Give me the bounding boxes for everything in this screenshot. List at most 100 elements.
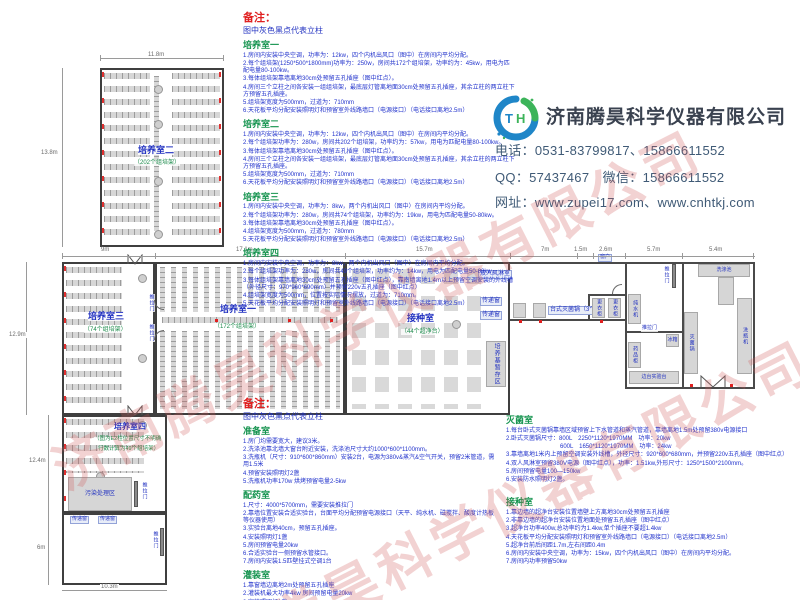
note-line: 6.安装防水照明灯2盏。: [506, 477, 794, 484]
wall-ticks: [219, 72, 221, 242]
note-line: 2.每个组培架功率为：280w，房间共74个组培架，功率约为：19kw，用电为匹…: [243, 213, 515, 220]
socket-dot: [330, 319, 333, 322]
notes-section-heading: 灭菌室: [506, 416, 794, 426]
svg-text:H: H: [516, 111, 525, 126]
sink-bench-return: [718, 277, 734, 305]
room-count-label: （172个组培架）: [214, 324, 260, 330]
dimension-line: [48, 415, 49, 513]
socket-dot: [519, 320, 522, 323]
note-line: 2.洗涤池靠北墙大窗台附近安装，洗涤池尺寸大约1000*600*1100mm。: [243, 447, 499, 454]
note-line: 2.每个组培架功率为：280w，房间共49个组培架，功率约为：14kw，用电为匹…: [243, 269, 515, 276]
notes-section-heading: 接种室: [506, 498, 794, 508]
socket-dot: [288, 319, 291, 322]
socket-dot: [539, 320, 542, 323]
notes-bottom-left: 备注： 图中灰色黑点代表立柱 准备室 1.房门均需要宽大，建议3米。2.洗涤池靠…: [243, 398, 499, 600]
double-door-icon: [700, 375, 726, 388]
bottle-washer-strip: 洗瓶机: [737, 298, 752, 374]
dim-tick: [155, 253, 156, 259]
note-line: 3.超净台功率400w,总功率约为1.4kw,单个插座不要超1.4kw: [506, 526, 794, 533]
note-line: 3.每体组培架靠墙离地30cm处预留五孔插座（图中红点）。: [243, 149, 515, 156]
note-line: 2.靠墙位置安装合适实验台，台面平均分配预留电源接口（天平、纯水机、磁搅拌、酸度…: [243, 511, 499, 525]
company-name: 济南腾昊科学仪器有限公司: [546, 102, 786, 129]
note-line: 5.房间预留电量100—150kw: [506, 469, 794, 476]
notes-section: 准备室 1.房门均需要宽大，建议3米。2.洗涤池靠北墙大窗台附近安装，洗涤池尺寸…: [243, 427, 499, 486]
note-line: 5.洗瓶机功率170w 烘烤预留电量2-5kw: [243, 479, 499, 486]
socket-dot: [690, 384, 693, 387]
wall: [625, 262, 627, 389]
dimension-label: 7m: [540, 247, 550, 253]
notes-section-heading: 培养室三: [243, 193, 515, 203]
notes-title: 备注：: [243, 12, 515, 25]
wall: [625, 387, 755, 389]
notes-section-lines: 1.房门均需要宽大，建议3米。2.洗涤池靠北墙大窗台附近安装，洗涤池尺寸大约10…: [243, 439, 499, 486]
notes-section: 培养室三 1.房间内安装中央空调，功率为：8kw，两个内机出风口（图中）在房间内…: [243, 193, 515, 245]
door-arc-icon: [612, 284, 622, 294]
dim-tick: [682, 253, 683, 259]
sliding-door-label: 推拉门: [641, 326, 658, 332]
note-line: 3.每体组培架靠墙离地30cm处预留五孔插座（图中红点），靠南墙离地1.4m以上…: [243, 278, 515, 292]
note-line: 2.每个组培架功率为：280w，房间共202个组培架，功率约为：57kw，用电为…: [243, 140, 515, 147]
room-label: 接种室: [407, 314, 434, 323]
room-note-line2: 行数计算为49个组培架）: [98, 447, 159, 453]
note-line: 1.尺寸：4000*5700mm，需要安装推拉门: [243, 503, 499, 510]
dim-tick: [625, 253, 626, 259]
dim-tick: [577, 253, 578, 259]
drawing-canvas: 培养室二 （202个组培架） 11.8m 13.8m 培养室三 （74个组培架）…: [0, 0, 800, 600]
notes-section-lines: 1.靠窗墙边离地2m处预留五孔插座2.灌装机最大功率4kw 房间预留电量20kw…: [243, 583, 499, 600]
rack-rows-right: [172, 73, 220, 241]
socket-dot: [730, 384, 733, 387]
note-line: 4.房间三个立柱之间各安装一组组培架，最底层灯管离地面30cm处预留五孔插座，其…: [243, 157, 515, 171]
dim-tick: [593, 253, 594, 259]
notes-section: 灌装室 1.靠窗墙边离地2m处预留五孔插座2.灌装机最大功率4kw 房间预留电量…: [243, 571, 499, 600]
company-website-line: 网址：www.zupei17.com、www.cnhtkj.com: [495, 192, 755, 211]
side-bench-box: 边台实验台: [629, 371, 679, 384]
notes-top: 备注： 图中灰色黑点代表立柱 培养室一 1.房间内安装中央空调，功率为：12kw…: [243, 12, 515, 309]
wall-ticks: [64, 266, 66, 411]
water-machine-box: 纯水机: [628, 294, 641, 324]
notes-title: 备注：: [243, 398, 499, 411]
dimension-label: 12.9m: [8, 332, 27, 338]
note-line: 1.每台卧式灭菌锅靠墙区域预留上下水管道和蒸汽管道，靠墙离地1.5m处预留380…: [506, 428, 794, 435]
note-line: 600L 1650*1120*1970MM 功率：24kw: [506, 444, 794, 451]
note-line: 1.靠窗墙边离地2m处预留五孔插座: [243, 583, 499, 590]
dimension-line: [62, 68, 63, 247]
note-line: 2.非靠边墙的超净台安装位置地面处预留五孔插座（图中红点）: [506, 518, 794, 525]
room-label: 培养室四: [114, 423, 146, 431]
sliding-door-label: 推拉门: [151, 531, 159, 549]
dim-tick: [753, 253, 754, 259]
notes-section-heading: 配药室: [243, 491, 499, 501]
notes-section-heading: 准备室: [243, 427, 499, 437]
notes-legend: 图中灰色黑点代表立柱: [243, 413, 499, 422]
note-line: 1.房间内安装中央空调，功率为：8kw，两个内机出风口（图中）在房间内平均分配。: [243, 204, 515, 211]
notes-section: 培养室一 1.房间内安装中央空调，功率为：12kw，四个内机出风口（图中）在房间…: [243, 41, 515, 115]
medium-storage-area: 培养基暂存区: [486, 341, 506, 387]
locker-box: 更衣柜: [592, 298, 605, 318]
note-line: 6.天花板平均分配安装照明灯和预留室外线路墙口（电源接口）（电话接口离地2.5m…: [243, 180, 515, 187]
waste-area-box: 污染处理区: [68, 477, 132, 511]
notes-section-heading: 培养室四: [243, 249, 515, 259]
notes-section-heading: 灌装室: [243, 571, 499, 581]
dimension-label: 13.8m: [40, 150, 59, 156]
note-line: 5.超净台前后间距1.7m,左右间距0.4m: [506, 543, 794, 550]
note-line: 4.双人风淋室预留380V电源（图中红点），功率：1.51kw,外形尺寸：125…: [506, 461, 794, 468]
company-qq-wechat-line: QQ：57437467 微信：15866611552: [495, 167, 724, 186]
wall-ticks: [102, 72, 104, 242]
note-line: 6.天花板平均分配安装照明灯和预留室外线路墙口（电源接口）（电话接口离地2.5m…: [243, 108, 515, 115]
company-phone-line: 电话：0531-83799817、15866611552: [495, 140, 725, 159]
rack-rows-left: [104, 73, 150, 241]
wall: [588, 294, 627, 296]
bench-sterilizer-box: [533, 303, 546, 318]
notes-section-lines: 1.靠边墙的超净台安装位置墙壁上方离地30cm处预留五孔插座2.非靠边墙的超净台…: [506, 510, 794, 566]
pass-window-label: 传递窗: [480, 311, 502, 320]
pillar-dot: [154, 85, 163, 94]
dimension-line: [48, 513, 49, 585]
notes-section: 接种室 1.靠边墙的超净台安装位置墙壁上方离地30cm处预留五孔插座2.非靠边墙…: [506, 498, 794, 566]
company-logo: T H: [492, 94, 540, 142]
dimension-label: 2.6m: [598, 247, 613, 253]
wall: [510, 319, 627, 321]
note-line: 4.房间三个立柱之间各安装一组组培架，最底层灯管离地面30cm处预留五孔插座，其…: [243, 85, 515, 99]
pillar-dot: [154, 230, 163, 239]
pass-window-label: 传递窗: [98, 516, 117, 524]
note-line: 7.房间内功率预留50kw: [506, 559, 794, 566]
note-line: 3.靠墙离地1米内上预留空调安装外线槽，外径尺寸：920*600*680mm，并…: [506, 452, 794, 459]
